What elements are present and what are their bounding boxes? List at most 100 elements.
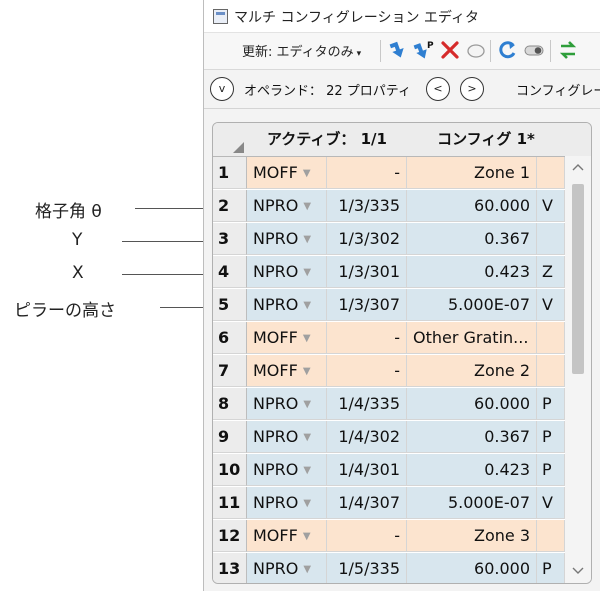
solve-flag-cell[interactable] — [537, 355, 565, 387]
config-value-cell[interactable]: Other Gratin... — [407, 322, 537, 354]
solve-flag-cell[interactable]: V — [537, 190, 565, 222]
refresh-icon[interactable] — [496, 39, 520, 63]
operand-params-cell[interactable]: 1/4/301 — [327, 454, 407, 486]
operand-type-cell[interactable]: NPRO ▼ — [247, 190, 327, 222]
solve-flag-cell[interactable]: P — [537, 388, 565, 420]
config-1-column-header[interactable]: コンフィグ 1* — [407, 123, 566, 157]
active-column-header[interactable]: アクティブ： 1/1 — [247, 123, 408, 157]
table-row: 7 MOFF ▼ - Zone 2 — [213, 355, 565, 388]
row-number[interactable]: 1 — [213, 157, 247, 189]
chevron-down-icon[interactable]: ▼ — [303, 234, 311, 245]
config-value-cell[interactable]: 0.367 — [407, 421, 537, 453]
toggle-icon[interactable] — [522, 39, 546, 63]
row-number[interactable]: 10 — [213, 454, 247, 486]
solve-flag-cell[interactable] — [537, 223, 565, 255]
operand-params-cell[interactable]: 1/4/307 — [327, 487, 407, 519]
solve-flag-cell[interactable]: V — [537, 289, 565, 321]
operand-type-cell[interactable]: NPRO ▼ — [247, 421, 327, 453]
operand-params-cell[interactable]: 1/3/307 — [327, 289, 407, 321]
sort-icon[interactable] — [556, 39, 580, 63]
chevron-down-icon[interactable]: ▼ — [303, 333, 311, 344]
operand-type-cell[interactable]: NPRO ▼ — [247, 289, 327, 321]
vertical-scrollbar[interactable] — [565, 156, 591, 583]
operand-params-cell[interactable]: 1/4/335 — [327, 388, 407, 420]
prev-config-button[interactable]: < — [426, 77, 450, 101]
operand-params-cell[interactable]: - — [327, 322, 407, 354]
ellipse-icon[interactable] — [464, 39, 488, 63]
operand-type-cell[interactable]: MOFF ▼ — [247, 322, 327, 354]
chevron-down-icon[interactable]: ▼ — [303, 267, 311, 278]
operand-params-cell[interactable]: - — [327, 520, 407, 552]
solve-flag-cell[interactable]: V — [537, 487, 565, 519]
row-number[interactable]: 3 — [213, 223, 247, 255]
solve-flag-cell[interactable]: P — [537, 454, 565, 486]
chevron-down-icon[interactable]: ▼ — [303, 432, 311, 443]
row-number[interactable]: 11 — [213, 487, 247, 519]
operand-params-cell[interactable]: - — [327, 355, 407, 387]
title-bar[interactable]: マルチ コンフィグレーション エディタ — [204, 0, 600, 33]
row-number[interactable]: 6 — [213, 322, 247, 354]
row-number[interactable]: 2 — [213, 190, 247, 222]
config-value-cell[interactable]: 60.000 — [407, 553, 537, 583]
operand-params-cell[interactable]: 1/4/302 — [327, 421, 407, 453]
operand-type-cell[interactable]: NPRO ▼ — [247, 454, 327, 486]
config-value-cell[interactable]: 5.000E-07 — [407, 487, 537, 519]
chevron-down-icon[interactable]: ▼ — [303, 531, 311, 542]
delete-config-icon[interactable] — [438, 39, 462, 63]
update-dropdown-button[interactable]: 更新: エディタのみ ▾ — [242, 41, 361, 60]
row-number[interactable]: 5 — [213, 289, 247, 321]
next-config-button[interactable]: > — [460, 77, 484, 101]
config-value-cell[interactable]: 5.000E-07 — [407, 289, 537, 321]
solve-flag-cell[interactable] — [537, 520, 565, 552]
operand-params-cell[interactable]: - — [327, 157, 407, 189]
operand-type-cell[interactable]: MOFF ▼ — [247, 157, 327, 189]
config-value-cell[interactable]: 60.000 — [407, 190, 537, 222]
chevron-down-icon[interactable]: ▼ — [303, 465, 311, 476]
operand-params-cell[interactable]: 1/5/335 — [327, 553, 407, 583]
chevron-down-icon[interactable]: ▼ — [303, 399, 311, 410]
annotation-pillar-height: ピラーの高さ — [0, 296, 215, 321]
chevron-down-icon[interactable]: ▼ — [303, 564, 311, 575]
operand-params-cell[interactable]: 1/3/302 — [327, 223, 407, 255]
collapse-button[interactable]: v — [210, 77, 234, 101]
operand-type-cell[interactable]: MOFF ▼ — [247, 520, 327, 552]
row-number[interactable]: 7 — [213, 355, 247, 387]
solve-flag-cell[interactable] — [537, 157, 565, 189]
solve-flag-cell[interactable]: P — [537, 421, 565, 453]
solve-flag-cell[interactable] — [537, 322, 565, 354]
config-value-cell[interactable]: 0.423 — [407, 454, 537, 486]
insert-config-icon[interactable] — [386, 39, 410, 63]
config-value-cell[interactable]: 60.000 — [407, 388, 537, 420]
chevron-down-icon[interactable]: ▼ — [303, 300, 311, 311]
scroll-down-icon[interactable] — [565, 564, 591, 578]
config-value-cell[interactable]: Zone 2 — [407, 355, 537, 387]
scrollbar-thumb[interactable] — [572, 184, 584, 374]
config-value-cell[interactable]: Zone 3 — [407, 520, 537, 552]
operand-type-cell[interactable]: NPRO ▼ — [247, 388, 327, 420]
row-number[interactable]: 13 — [213, 553, 247, 583]
row-number[interactable]: 4 — [213, 256, 247, 288]
select-all-corner[interactable] — [213, 123, 248, 157]
config-value-cell[interactable]: 0.423 — [407, 256, 537, 288]
chevron-down-icon[interactable]: ▼ — [303, 366, 311, 377]
row-number[interactable]: 12 — [213, 520, 247, 552]
operand-params-cell[interactable]: 1/3/301 — [327, 256, 407, 288]
row-number[interactable]: 9 — [213, 421, 247, 453]
chevron-down-icon[interactable]: ▼ — [303, 168, 311, 179]
operand-params-cell[interactable]: 1/3/335 — [327, 190, 407, 222]
scroll-up-icon[interactable] — [565, 160, 591, 174]
chevron-down-icon[interactable]: ▼ — [303, 498, 311, 509]
operand-type-cell[interactable]: NPRO ▼ — [247, 487, 327, 519]
operand-type-cell[interactable]: MOFF ▼ — [247, 355, 327, 387]
operand-type-cell[interactable]: NPRO ▼ — [247, 223, 327, 255]
config-value-cell[interactable]: 0.367 — [407, 223, 537, 255]
operand-type-cell[interactable]: NPRO ▼ — [247, 256, 327, 288]
chevron-down-icon[interactable]: ▼ — [303, 201, 311, 212]
row-number[interactable]: 8 — [213, 388, 247, 420]
insert-config-pickup-icon[interactable]: P — [412, 39, 436, 63]
table-row: 13 NPRO ▼ 1/5/335 60.000 P — [213, 553, 565, 583]
operand-type-cell[interactable]: NPRO ▼ — [247, 553, 327, 583]
solve-flag-cell[interactable]: P — [537, 553, 565, 583]
solve-flag-cell[interactable]: Z — [537, 256, 565, 288]
config-value-cell[interactable]: Zone 1 — [407, 157, 537, 189]
